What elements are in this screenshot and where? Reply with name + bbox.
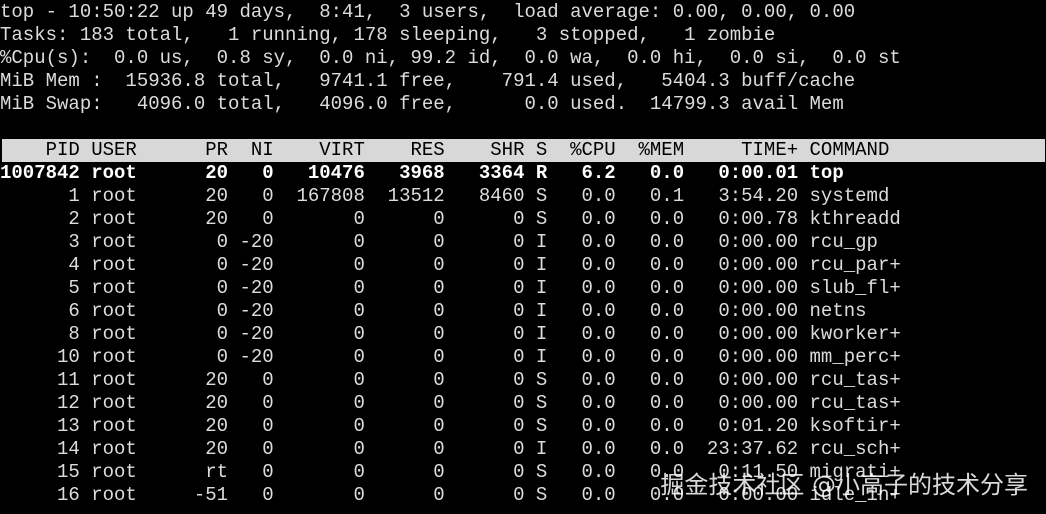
table-row[interactable]: 6 root 0 -20 0 0 0 I 0.0 0.0 0:00.00 net… [0, 300, 1046, 323]
table-row[interactable]: 1007842 root 20 0 10476 3968 3364 R 6.2 … [0, 162, 1046, 185]
table-row[interactable]: 5 root 0 -20 0 0 0 I 0.0 0.0 0:00.00 slu… [0, 277, 1046, 300]
table-row[interactable]: 10 root 0 -20 0 0 0 I 0.0 0.0 0:00.00 mm… [0, 346, 1046, 369]
table-row[interactable]: 14 root 20 0 0 0 0 I 0.0 0.0 23:37.62 rc… [0, 438, 1046, 461]
uptime-line: top - 10:50:22 up 49 days, 8:41, 3 users… [0, 1, 856, 23]
table-row[interactable]: 8 root 0 -20 0 0 0 I 0.0 0.0 0:00.00 kwo… [0, 323, 1046, 346]
table-row[interactable]: 3 root 0 -20 0 0 0 I 0.0 0.0 0:00.00 rcu… [0, 231, 1046, 254]
watermark: 掘金技术社区 @小高子的技术分享 [660, 471, 1028, 499]
swap-line: MiB Swap: 4096.0 total, 4096.0 free, 0.0… [0, 93, 844, 115]
tasks-line: Tasks: 183 total, 1 running, 178 sleepin… [0, 24, 776, 46]
cpu-line: %Cpu(s): 0.0 us, 0.8 sy, 0.0 ni, 99.2 id… [0, 47, 901, 69]
table-row[interactable]: 2 root 20 0 0 0 0 S 0.0 0.0 0:00.78 kthr… [0, 208, 1046, 231]
table-row[interactable]: 1 root 20 0 167808 13512 8460 S 0.0 0.1 … [0, 185, 1046, 208]
table-row[interactable]: 13 root 20 0 0 0 0 S 0.0 0.0 0:01.20 kso… [0, 415, 1046, 438]
mem-line: MiB Mem : 15936.8 total, 9741.1 free, 79… [0, 70, 856, 92]
table-row[interactable]: 12 root 20 0 0 0 0 S 0.0 0.0 0:00.00 rcu… [0, 392, 1046, 415]
process-table-header: PID USER PR NI VIRT RES SHR S %CPU %MEM … [2, 139, 1045, 162]
table-row[interactable]: 11 root 20 0 0 0 0 S 0.0 0.0 0:00.00 rcu… [0, 369, 1046, 392]
table-row[interactable]: 4 root 0 -20 0 0 0 I 0.0 0.0 0:00.00 rcu… [0, 254, 1046, 277]
table-header-text: PID USER PR NI VIRT RES SHR S %CPU %MEM … [0, 139, 890, 161]
